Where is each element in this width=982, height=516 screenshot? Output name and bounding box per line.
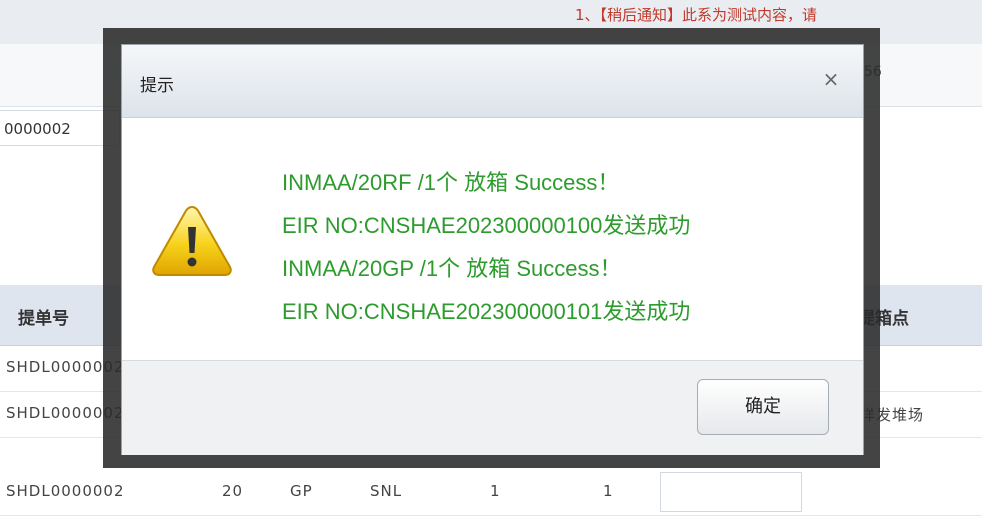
message-line: INMAA/20GP /1个 放箱 Success！ xyxy=(282,256,622,281)
message-line: INMAA/20RF /1个 放箱 Success！ xyxy=(282,170,620,195)
dialog-header: 提示 × xyxy=(122,45,863,118)
cell-bill-no: SHDL0000002 xyxy=(6,482,125,500)
cell-qty2: 1 xyxy=(603,482,614,500)
dialog-footer: 确定 xyxy=(122,360,863,455)
alert-dialog: 提示 × INMAA/20RF /1个 放箱 Success！ EIR NO:C… xyxy=(121,44,864,455)
cell-type: GP xyxy=(290,482,313,500)
ok-button[interactable]: 确定 xyxy=(697,379,829,435)
dialog-body: INMAA/20RF /1个 放箱 Success！ EIR NO:CNSHAE… xyxy=(122,117,863,360)
close-icon[interactable]: × xyxy=(819,67,843,91)
table-row[interactable]: SHDL0000002 20 GP SNL 1 1 xyxy=(0,470,982,516)
message-line: EIR NO:CNSHAE202300000100发送成功 xyxy=(282,213,691,238)
column-header-bill-no[interactable]: 提单号 xyxy=(18,304,69,329)
bill-number-field[interactable]: 0000002 xyxy=(0,110,120,146)
warning-icon xyxy=(152,205,232,276)
cell-carrier: SNL xyxy=(370,482,403,500)
dialog-title: 提示 xyxy=(140,76,174,96)
cell-size: 20 xyxy=(222,482,244,500)
notice-text: 1、【稍后通知】此系为测试内容，请 xyxy=(575,6,818,24)
message-line: EIR NO:CNSHAE202300000101发送成功 xyxy=(282,299,691,324)
message-block: INMAA/20RF /1个 放箱 Success！ EIR NO:CNSHAE… xyxy=(282,161,690,333)
cell-qty: 1 xyxy=(490,482,501,500)
cell-input[interactable] xyxy=(660,472,802,512)
